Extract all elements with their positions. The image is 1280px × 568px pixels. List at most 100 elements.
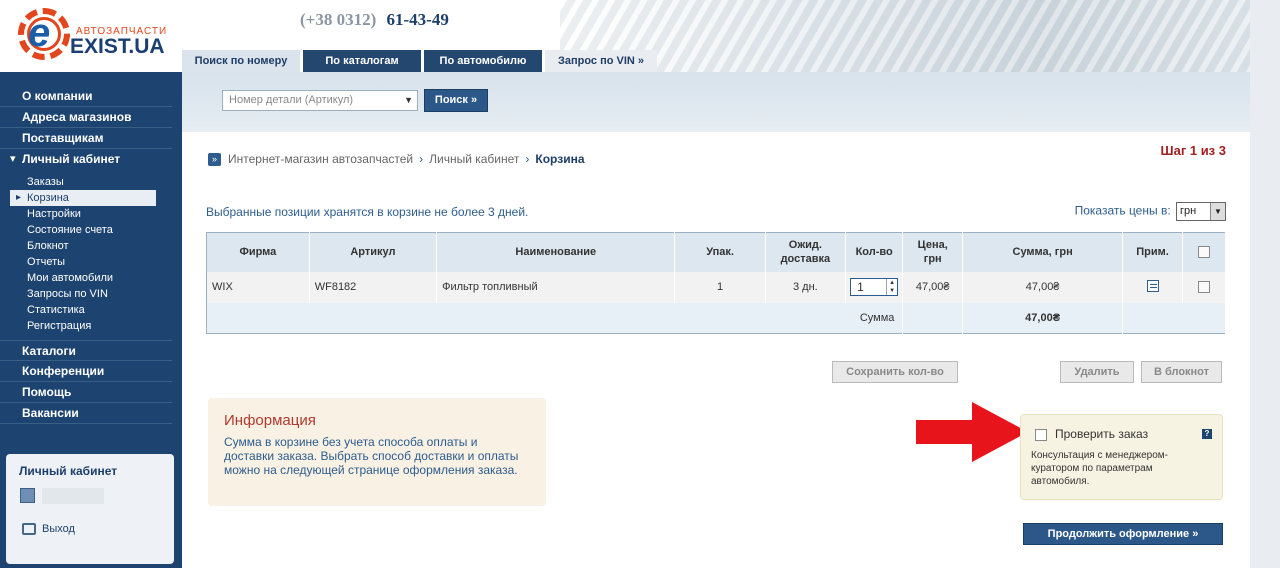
cell-sum: 47,00₴ <box>962 271 1124 303</box>
select-all-checkbox[interactable] <box>1197 246 1210 259</box>
check-order-description: Консультация с менеджером-куратором по п… <box>1031 450 1168 487</box>
col-firm: Фирма <box>206 232 310 272</box>
info-panel: Информация Сумма в корзине без учета спо… <box>208 398 546 506</box>
step-indicator: Шаг 1 из 3 <box>1160 143 1226 158</box>
check-order-checkbox[interactable] <box>1035 429 1047 441</box>
phone-code: (+38 0312) <box>300 10 377 29</box>
col-name: Наименование <box>436 232 676 272</box>
delete-button[interactable]: Удалить <box>1060 361 1134 383</box>
search-button[interactable]: Поиск » <box>424 89 488 112</box>
user-icon <box>20 488 35 503</box>
sidebar-sub-settings[interactable]: Настройки <box>10 206 156 222</box>
total-spacer <box>1122 302 1226 334</box>
cabinet-panel: Личный кабинет Выход <box>6 454 174 564</box>
phone: (+38 0312) 61-43-49 <box>300 10 449 30</box>
sidebar-item-about[interactable]: О компании <box>0 86 172 107</box>
header: e АВТОЗАПЧАСТИ EXIST.UA (+38 0312) 61-43… <box>0 0 1280 72</box>
cell-qty: 1 ▲ ▼ <box>845 271 904 303</box>
stepper-arrows-icon[interactable]: ▲ ▼ <box>886 279 897 295</box>
col-article: Артикул <box>309 232 438 272</box>
col-select-all <box>1182 232 1227 272</box>
logo-letter: e <box>28 11 51 55</box>
sidebar-sub-statistics[interactable]: Статистика <box>10 302 156 318</box>
sidebar-sub-my-cars[interactable]: Мои автомобили <box>10 270 156 286</box>
col-delivery: Ожид. доставка <box>765 232 846 272</box>
sidebar-sub-account[interactable]: Состояние счета <box>10 222 156 238</box>
check-order-panel: Проверить заказ ? Консультация с менедже… <box>1020 414 1223 500</box>
part-number-select[interactable]: Номер детали (Артикул) ▼ <box>222 90 418 111</box>
chevron-down-icon: ▼ <box>404 95 413 105</box>
col-sum: Сумма, грн <box>962 232 1124 272</box>
quantity-stepper[interactable]: 1 ▲ ▼ <box>850 278 899 296</box>
col-note: Прим. <box>1122 232 1183 272</box>
breadcrumb-cabinet[interactable]: Личный кабинет <box>429 152 519 166</box>
col-qty: Кол-во <box>845 232 904 272</box>
cell-pack: 1 <box>674 271 766 303</box>
currency-select[interactable]: грн ▼ <box>1176 202 1226 221</box>
sidebar-sub-notepad[interactable]: Блокнот <box>10 238 156 254</box>
sidebar-item-cabinet[interactable]: Личный кабинет <box>0 149 172 170</box>
total-spacer <box>902 302 963 334</box>
tab-by-car[interactable]: По автомобилю <box>424 50 542 72</box>
currency-value: грн <box>1180 205 1197 217</box>
cell-name: Фильтр топливный <box>436 271 676 303</box>
logo[interactable]: e АВТОЗАПЧАСТИ EXIST.UA <box>18 8 168 66</box>
sidebar-item-help[interactable]: Помощь <box>0 382 172 403</box>
breadcrumb: Интернет-магазин автозапчастей › Личный ка… <box>228 152 585 166</box>
breadcrumb-shop[interactable]: Интернет-магазин автозапчастей <box>228 152 413 166</box>
search-bar: Номер детали (Артикул) ▼ Поиск » <box>182 72 1250 132</box>
chevron-down-icon: ▼ <box>1210 203 1225 220</box>
info-text: Сумма в корзине без учета способа оплаты… <box>224 435 519 477</box>
cart-retention-note: Выбранные позиции хранятся в корзине не … <box>206 205 529 219</box>
tab-vin-request[interactable]: Запрос по VIN » <box>545 50 657 72</box>
col-pack: Упак. <box>674 232 766 272</box>
page-background-strip <box>1250 0 1280 568</box>
exit-icon[interactable] <box>22 523 36 535</box>
help-icon[interactable]: ? <box>1202 429 1212 439</box>
table-header-row: Фирма Артикул Наименование Упак. Ожид. д… <box>206 232 1227 272</box>
cell-delivery: 3 дн. <box>765 271 846 303</box>
breadcrumb-current: Корзина <box>535 152 585 166</box>
sidebar-sub-registration[interactable]: Регистрация <box>10 318 156 334</box>
info-title: Информация <box>224 412 316 429</box>
cell-article[interactable]: WF8182 <box>309 271 438 303</box>
total-value: 47,00₴ <box>962 302 1124 334</box>
cabinet-panel-title: Личный кабинет <box>19 464 118 478</box>
tab-by-catalog[interactable]: По каталогам <box>303 50 421 72</box>
sidebar-item-catalogs[interactable]: Каталоги <box>0 340 172 361</box>
currency-control: Показать цены в: грн ▼ <box>1075 202 1226 221</box>
sidebar-sub-cart[interactable]: Корзина <box>10 190 156 206</box>
cart-table: Фирма Артикул Наименование Упак. Ожид. д… <box>206 232 1227 334</box>
logo-name: EXIST.UA <box>70 35 165 58</box>
row-checkbox[interactable] <box>1197 281 1210 294</box>
save-quantity-button[interactable]: Сохранить кол-во <box>832 361 958 383</box>
double-chevron-icon: » <box>208 153 221 166</box>
user-name-redacted <box>42 488 104 504</box>
sidebar-item-conferences[interactable]: Конференции <box>0 361 172 382</box>
sidebar-sub-orders[interactable]: Заказы <box>10 174 156 190</box>
red-arrow-annotation <box>916 402 1028 462</box>
total-label: Сумма <box>206 302 904 334</box>
cell-select <box>1182 271 1227 303</box>
quantity-value: 1 <box>857 280 864 294</box>
sidebar-item-stores[interactable]: Адреса магазинов <box>0 107 172 128</box>
sidebar-item-suppliers[interactable]: Поставщикам <box>0 128 172 149</box>
sidebar-item-vacancies[interactable]: Вакансии <box>0 403 172 424</box>
main-content: » Интернет-магазин автозапчастей › Личный … <box>182 132 1250 568</box>
table-row: WIX WF8182 Фильтр топливный 1 3 дн. 1 ▲ ▼… <box>206 271 1227 303</box>
phone-number: 61-43-49 <box>386 10 449 29</box>
red-arrow-shape <box>916 402 1028 462</box>
col-price: Цена, грн <box>902 232 963 272</box>
sidebar-sub-vin-requests[interactable]: Запросы по VIN <box>10 286 156 302</box>
exit-link[interactable]: Выход <box>42 523 75 535</box>
sidebar-sub-reports[interactable]: Отчеты <box>10 254 156 270</box>
tab-by-number[interactable]: Поиск по номеру <box>182 50 300 72</box>
cell-firm: WIX <box>206 271 310 303</box>
check-order-label[interactable]: Проверить заказ <box>1055 427 1148 441</box>
edit-note-icon[interactable] <box>1146 279 1159 292</box>
breadcrumb-sep: › <box>525 152 530 166</box>
breadcrumb-sep: › <box>419 152 424 166</box>
continue-checkout-button[interactable]: Продолжить оформление » <box>1023 523 1223 545</box>
currency-label: Показать цены в: <box>1074 203 1171 218</box>
to-notepad-button[interactable]: В блокнот <box>1141 361 1222 383</box>
